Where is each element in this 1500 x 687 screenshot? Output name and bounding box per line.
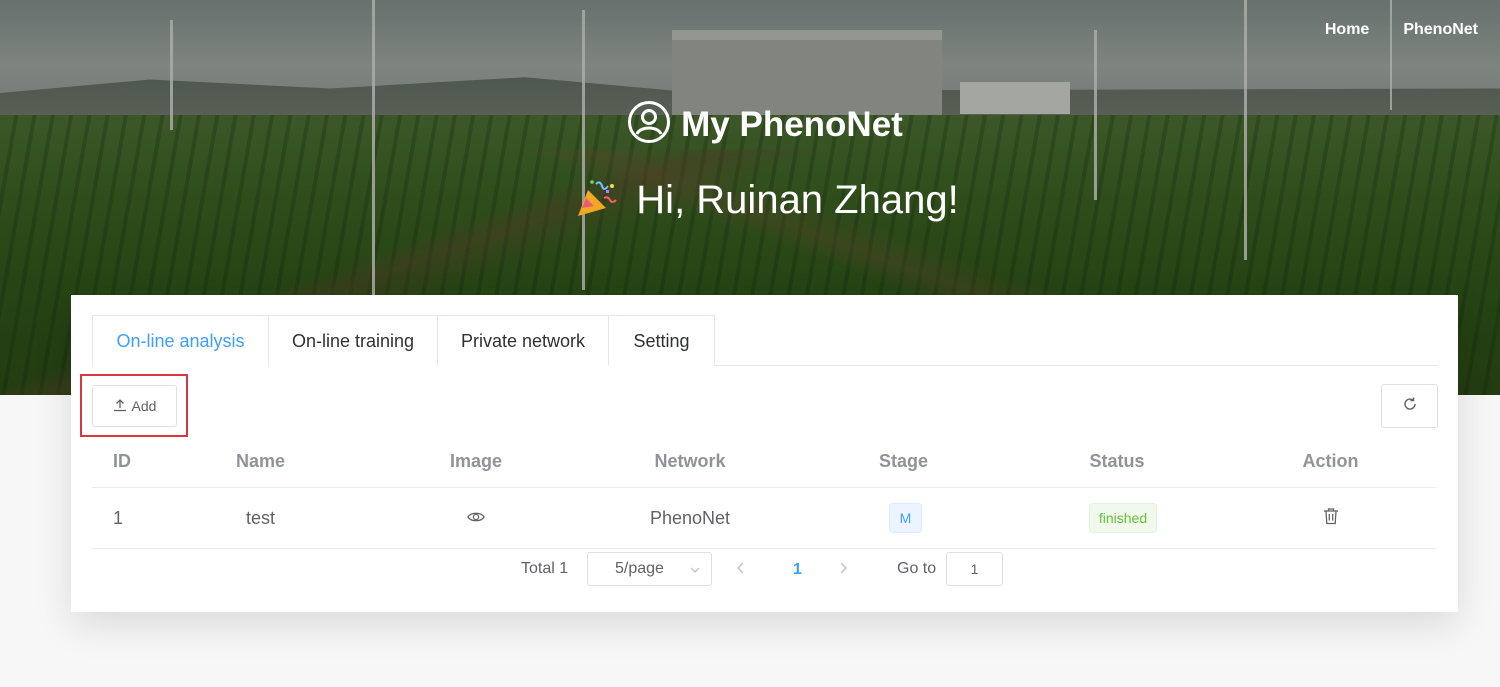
brand: My PhenoNet bbox=[0, 100, 1500, 149]
goto-label: Go to bbox=[897, 560, 937, 577]
greeting: Hi, Ruinan Zhang! bbox=[0, 178, 1500, 223]
add-button-label: Add bbox=[131, 398, 157, 414]
tab-online-analysis[interactable]: On-line analysis bbox=[92, 315, 269, 367]
page-title: My PhenoNet bbox=[681, 104, 903, 144]
refresh-button[interactable] bbox=[1381, 384, 1438, 428]
greeting-text: Hi, Ruinan Zhang! bbox=[636, 178, 959, 222]
refresh-icon bbox=[1402, 396, 1418, 417]
main-card: On-line analysis On-line training Privat… bbox=[71, 295, 1458, 612]
prev-page-button[interactable] bbox=[735, 560, 747, 581]
analysis-table: ID Name Image Network Stage Status Actio… bbox=[92, 435, 1437, 549]
top-nav: Home PhenoNet bbox=[1325, 21, 1478, 39]
stage-tag: M bbox=[889, 503, 922, 533]
header-network: Network bbox=[654, 450, 726, 471]
page-size-value: 5/page bbox=[615, 560, 664, 577]
nav-phenonet-link[interactable]: PhenoNet bbox=[1403, 21, 1478, 39]
header-image: Image bbox=[449, 450, 503, 471]
chevron-down-icon bbox=[689, 563, 701, 581]
header-stage: Stage bbox=[878, 450, 929, 471]
status-badge: finished bbox=[1088, 503, 1158, 533]
header-name: Name bbox=[235, 450, 286, 471]
pagination: Total 1 5/page 1 Go to bbox=[71, 552, 1458, 586]
next-page-button[interactable] bbox=[837, 560, 849, 581]
goto-page-input[interactable] bbox=[946, 552, 1003, 586]
cell-stage: M bbox=[797, 503, 1010, 533]
user-circle-icon bbox=[627, 100, 671, 149]
tab-bar: On-line analysis On-line training Privat… bbox=[92, 315, 1438, 367]
tab-private-network[interactable]: Private network bbox=[437, 315, 609, 366]
tab-online-training[interactable]: On-line training bbox=[268, 315, 438, 366]
cell-name: test bbox=[245, 507, 275, 528]
tab-setting[interactable]: Setting bbox=[608, 315, 715, 366]
add-button[interactable]: Add bbox=[92, 385, 177, 427]
cell-action bbox=[1224, 507, 1437, 530]
party-popper-icon bbox=[576, 178, 620, 223]
page-size-select[interactable]: 5/page bbox=[587, 552, 712, 586]
delete-icon[interactable] bbox=[1323, 507, 1339, 530]
table-row: 1 test PhenoNet M finished bbox=[92, 488, 1437, 549]
nav-home-link[interactable]: Home bbox=[1325, 21, 1369, 39]
cell-id: 1 bbox=[113, 507, 124, 528]
upload-icon bbox=[113, 398, 127, 415]
pagination-total: Total 1 bbox=[521, 560, 569, 577]
cell-status: finished bbox=[1010, 503, 1224, 533]
table-header: ID Name Image Network Stage Status Actio… bbox=[92, 435, 1437, 488]
cell-image bbox=[369, 508, 583, 529]
header-id: ID bbox=[113, 450, 131, 471]
eye-icon[interactable] bbox=[467, 508, 485, 529]
header-action: Action bbox=[1302, 450, 1359, 471]
page-number-current[interactable]: 1 bbox=[793, 561, 802, 579]
header-status: Status bbox=[1089, 450, 1145, 471]
cell-network: PhenoNet bbox=[649, 507, 731, 528]
